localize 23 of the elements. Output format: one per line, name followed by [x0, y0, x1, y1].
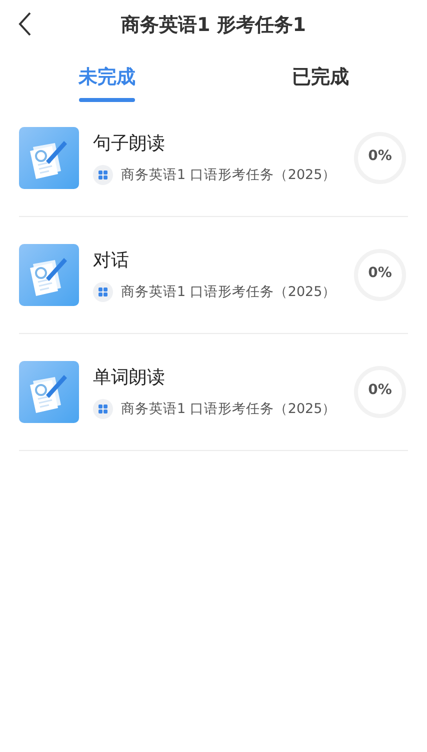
document-pen-icon: [19, 127, 79, 189]
course-name: 商务英语1 口语形考任务（2025）: [121, 166, 336, 184]
apps-icon: [93, 165, 113, 185]
document-pen-icon: [19, 361, 79, 423]
progress-percent: 0%: [367, 382, 393, 398]
task-item[interactable]: 对话 商务英语1 口语形考任务（2025） 0%: [19, 217, 408, 334]
task-item[interactable]: 单词朗读 商务英语1 口语形考任务（2025） 0%: [19, 334, 408, 451]
progress-percent: 0%: [367, 265, 393, 281]
back-icon[interactable]: [18, 11, 32, 37]
document-pen-icon: [19, 244, 79, 306]
task-title: 单词朗读: [93, 366, 166, 389]
tab[interactable]: 已完成: [292, 60, 349, 94]
apps-icon: [93, 282, 113, 302]
course-name: 商务英语1 口语形考任务（2025）: [121, 400, 336, 418]
task-item[interactable]: 句子朗读 商务英语1 口语形考任务（2025） 0%: [19, 100, 408, 217]
course-name: 商务英语1 口语形考任务（2025）: [121, 283, 336, 301]
apps-icon: [93, 399, 113, 419]
page-title: 商务英语1 形考任务1: [120, 13, 306, 38]
tab-indicator: [78, 98, 135, 102]
progress-percent: 0%: [367, 148, 393, 164]
tab[interactable]: 未完成: [78, 60, 136, 94]
task-title: 句子朗读: [93, 132, 166, 155]
task-title: 对话: [93, 249, 130, 272]
